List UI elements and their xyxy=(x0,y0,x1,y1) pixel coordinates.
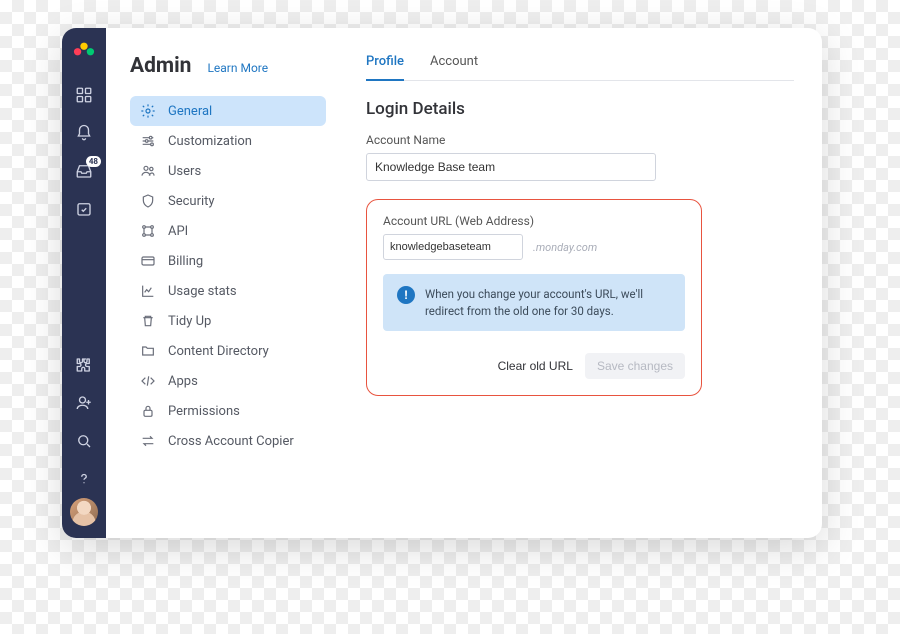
chart-icon xyxy=(140,283,156,299)
account-url-highlight: Account URL (Web Address) .monday.com ! … xyxy=(366,199,702,396)
dashboard-icon[interactable] xyxy=(74,85,94,105)
sidebar-item-label: Cross Account Copier xyxy=(168,434,294,449)
account-name-label: Account Name xyxy=(366,133,794,147)
swap-icon xyxy=(140,433,156,449)
sidebar-item-label: Permissions xyxy=(168,404,240,419)
search-icon[interactable] xyxy=(74,431,94,451)
sidebar-item-tidyup[interactable]: Tidy Up xyxy=(130,306,326,336)
users-icon xyxy=(140,163,156,179)
sidebar-item-label: General xyxy=(168,104,212,119)
save-changes-button[interactable]: Save changes xyxy=(585,353,685,379)
sidebar-item-content[interactable]: Content Directory xyxy=(130,336,326,366)
sidebar-item-apps[interactable]: Apps xyxy=(130,366,326,396)
learn-more-link[interactable]: Learn More xyxy=(207,61,268,75)
account-url-input[interactable] xyxy=(383,234,523,260)
calendar-check-icon[interactable] xyxy=(74,199,94,219)
sidebar-item-label: Tidy Up xyxy=(168,314,211,329)
sidebar-item-label: Security xyxy=(168,194,215,209)
section-heading: Login Details xyxy=(366,99,794,119)
code-icon xyxy=(140,373,156,389)
folder-icon xyxy=(140,343,156,359)
login-details-section: Login Details Account Name Account URL (… xyxy=(366,99,794,396)
notice-text: When you change your account's URL, we'l… xyxy=(425,286,671,319)
admin-window: 48 Admin Learn More General xyxy=(62,28,822,538)
bell-icon[interactable] xyxy=(74,123,94,143)
sidebar-item-label: Users xyxy=(168,164,201,179)
sidebar-item-security[interactable]: Security xyxy=(130,186,326,216)
clear-old-url-button[interactable]: Clear old URL xyxy=(498,353,573,379)
admin-sidebar: Admin Learn More General Customization U… xyxy=(106,28,338,538)
account-url-label: Account URL (Web Address) xyxy=(383,214,685,228)
sidebar-item-general[interactable]: General xyxy=(130,96,326,126)
sidebar-item-label: API xyxy=(168,224,188,239)
gear-icon xyxy=(140,103,156,119)
sidebar-item-label: Billing xyxy=(168,254,203,269)
shield-icon xyxy=(140,193,156,209)
user-avatar[interactable] xyxy=(70,498,98,526)
sidebar-item-label: Content Directory xyxy=(168,344,269,359)
app-logo[interactable] xyxy=(73,38,95,60)
invite-user-icon[interactable] xyxy=(74,393,94,413)
sidebar-item-crosscopier[interactable]: Cross Account Copier xyxy=(130,426,326,456)
app-rail: 48 xyxy=(62,28,106,538)
sidebar-item-permissions[interactable]: Permissions xyxy=(130,396,326,426)
sidebar-item-users[interactable]: Users xyxy=(130,156,326,186)
help-icon[interactable] xyxy=(74,469,94,489)
tab-account[interactable]: Account xyxy=(430,54,478,80)
sidebar-item-label: Customization xyxy=(168,134,252,149)
main-content: Profile Account Login Details Account Na… xyxy=(338,28,822,538)
sidebar-item-customization[interactable]: Customization xyxy=(130,126,326,156)
sidebar-item-api[interactable]: API xyxy=(130,216,326,246)
inbox-badge: 48 xyxy=(86,156,101,167)
page-title: Admin xyxy=(130,54,191,78)
api-icon xyxy=(140,223,156,239)
sliders-icon xyxy=(140,133,156,149)
account-url-domain: .monday.com xyxy=(533,241,597,254)
info-icon: ! xyxy=(397,286,415,304)
lock-icon xyxy=(140,403,156,419)
sidebar-item-usage[interactable]: Usage stats xyxy=(130,276,326,306)
tabs: Profile Account xyxy=(366,54,794,81)
card-icon xyxy=(140,253,156,269)
url-change-notice: ! When you change your account's URL, we… xyxy=(383,274,685,331)
sidebar-item-label: Apps xyxy=(168,374,198,389)
sidebar-item-label: Usage stats xyxy=(168,284,237,299)
sidebar-item-billing[interactable]: Billing xyxy=(130,246,326,276)
trash-icon xyxy=(140,313,156,329)
tab-profile[interactable]: Profile xyxy=(366,54,404,81)
puzzle-icon[interactable] xyxy=(74,355,94,375)
inbox-icon[interactable]: 48 xyxy=(74,161,94,181)
account-name-input[interactable] xyxy=(366,153,656,181)
